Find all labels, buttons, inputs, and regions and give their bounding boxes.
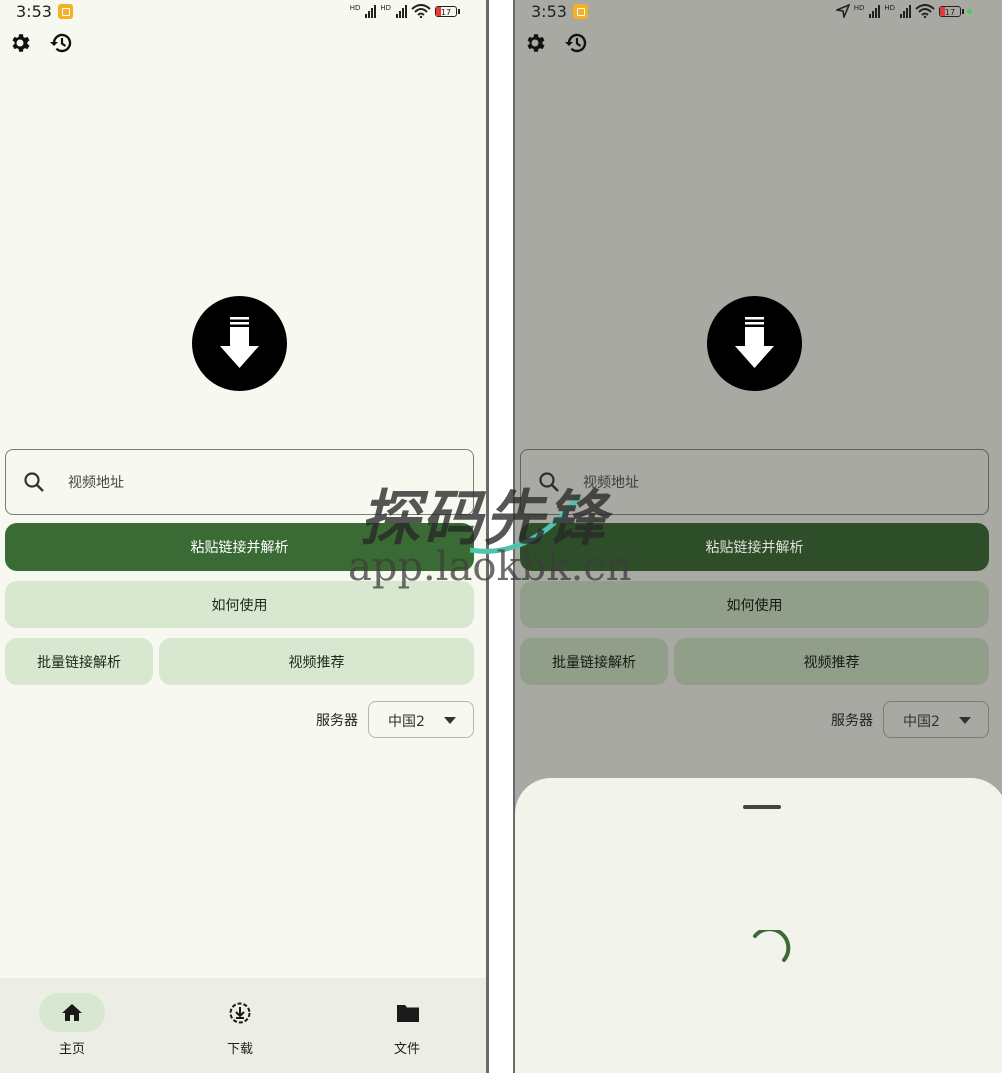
home-icon	[62, 1004, 82, 1021]
how-to-use-button[interactable]: 如何使用	[5, 581, 474, 628]
signal-icon-2	[396, 4, 407, 18]
batch-parse-button[interactable]: 批量链接解析	[5, 638, 153, 685]
battery-level: 17	[944, 7, 956, 17]
bottom-navigation-bar: 主页 下载 文件	[0, 978, 487, 1073]
batch-parse-button[interactable]: 批量链接解析	[520, 638, 668, 685]
signal-icon-2	[900, 4, 911, 18]
nav-label-download: 下载	[226, 1042, 253, 1057]
paste-and-parse-button[interactable]: 粘贴链接并解析	[5, 523, 474, 571]
loading-spinner-icon	[753, 930, 791, 962]
server-label: 服务器	[831, 713, 873, 729]
nav-label-home: 主页	[58, 1042, 85, 1057]
signal-icon	[365, 4, 377, 18]
phone-screen-loading: 3:53 HD HD 17 粘贴链接并解析 如何使用 批量链接解析 视频推荐 服…	[515, 0, 1002, 1073]
hd-label: HD	[349, 4, 361, 12]
nav-item-files[interactable]: 文件	[347, 978, 467, 1073]
video-recommend-button[interactable]: 视频推荐	[674, 638, 989, 685]
server-selected-value: 中国2	[903, 714, 940, 730]
wifi-icon	[915, 4, 935, 18]
top-action-bar	[8, 31, 74, 55]
server-label: 服务器	[316, 713, 358, 729]
server-select-dropdown[interactable]: 中国2	[883, 701, 989, 738]
folder-icon	[397, 1005, 419, 1022]
download-circle-icon	[229, 1002, 251, 1024]
bottom-sheet[interactable]	[515, 778, 1002, 1073]
signal-icon	[869, 4, 881, 18]
how-to-use-button[interactable]: 如何使用	[520, 581, 989, 628]
dropdown-arrow-icon	[444, 717, 456, 724]
search-icon	[24, 472, 44, 492]
hd-label: HD	[853, 4, 865, 12]
status-time: 3:53	[16, 2, 52, 21]
notification-icon	[58, 4, 73, 19]
app-logo-download-icon	[192, 296, 287, 391]
server-select-dropdown[interactable]: 中国2	[368, 701, 474, 738]
search-icon	[539, 472, 559, 492]
battery-icon: 17	[435, 5, 460, 17]
phone-screen-main: 3:53 HD HD 17 粘贴链接并解析 如何使用 批量链接解析 视频推荐 服…	[0, 0, 487, 1073]
history-icon[interactable]	[48, 31, 74, 55]
top-action-bar	[523, 31, 589, 55]
hd-label-2: HD	[884, 4, 895, 12]
location-arrow-icon	[835, 4, 850, 18]
video-url-search-field[interactable]	[520, 449, 989, 515]
status-time: 3:53	[531, 2, 567, 21]
video-url-input[interactable]	[66, 464, 450, 502]
system-icons: HD HD 17	[835, 4, 972, 18]
video-url-input[interactable]	[581, 464, 965, 502]
settings-gear-icon[interactable]	[523, 31, 547, 55]
app-logo-download-icon	[707, 296, 802, 391]
server-selected-value: 中国2	[388, 714, 425, 730]
nav-item-home[interactable]: 主页	[12, 978, 132, 1073]
battery-icon: 17	[939, 5, 964, 17]
wifi-icon	[411, 4, 431, 18]
nav-label-files: 文件	[393, 1042, 420, 1057]
battery-level: 17	[440, 7, 452, 17]
nav-item-download[interactable]: 下载	[180, 978, 300, 1073]
system-icons: HD HD 17	[349, 4, 460, 18]
status-bar: 3:53 HD HD 17	[515, 0, 1002, 26]
video-recommend-button[interactable]: 视频推荐	[159, 638, 474, 685]
status-bar: 3:53 HD HD 17	[0, 0, 487, 26]
video-url-search-field[interactable]	[5, 449, 474, 515]
history-icon[interactable]	[563, 31, 589, 55]
notification-icon	[573, 4, 588, 19]
settings-gear-icon[interactable]	[8, 31, 32, 55]
drag-handle[interactable]	[743, 805, 781, 809]
privacy-dot-icon	[967, 8, 972, 14]
frame-edge	[486, 0, 489, 1073]
hd-label-2: HD	[380, 4, 391, 12]
dropdown-arrow-icon	[959, 717, 971, 724]
paste-and-parse-button[interactable]: 粘贴链接并解析	[520, 523, 989, 571]
